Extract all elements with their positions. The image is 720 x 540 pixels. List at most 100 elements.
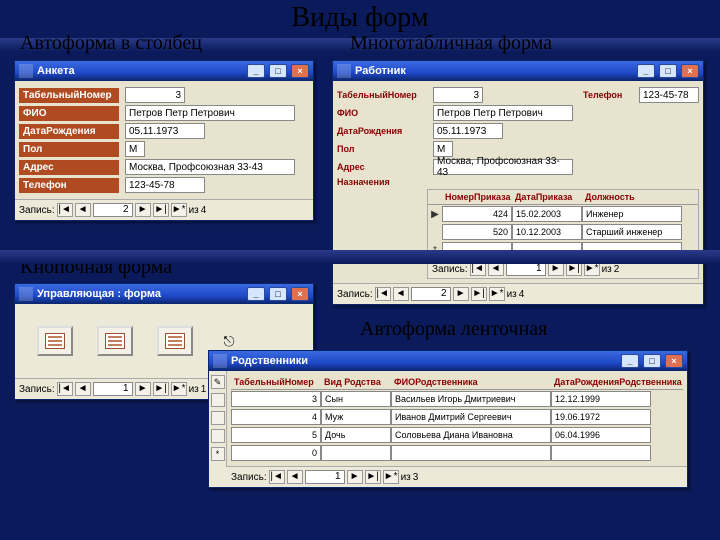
maximize-button[interactable]: □ (659, 64, 677, 78)
field-tabno[interactable]: 3 (125, 87, 185, 103)
nav-new[interactable]: ►* (383, 470, 399, 484)
maximize-button[interactable]: □ (269, 287, 287, 301)
nav-last[interactable]: ►| (471, 287, 487, 301)
cell-date[interactable]: 15.02.2003 (512, 206, 582, 222)
subform-row-new[interactable]: * (428, 241, 698, 259)
nav-last[interactable]: ►| (153, 382, 169, 396)
maximize-button[interactable]: □ (643, 354, 661, 368)
cell-fio[interactable] (391, 445, 551, 461)
nav-new[interactable]: ►* (171, 203, 187, 217)
nav-prev[interactable]: ◄ (488, 262, 504, 276)
nav-prev[interactable]: ◄ (75, 382, 91, 396)
cell-tab[interactable]: 3 (231, 391, 321, 407)
table-row[interactable]: 5 Дочь Соловьева Диана Ивановна 06.04.19… (231, 426, 683, 444)
nav-new[interactable]: ►* (489, 287, 505, 301)
tool-icon[interactable] (211, 429, 225, 443)
subform-row[interactable]: ▶ 424 15.02.2003 Инженер (428, 205, 698, 223)
minimize-button[interactable]: _ (247, 64, 265, 78)
nav-next[interactable]: ► (548, 262, 564, 276)
nav-current[interactable]: 1 (506, 262, 546, 276)
minimize-button[interactable]: _ (621, 354, 639, 368)
table-row-new[interactable]: 0 (231, 444, 683, 462)
window-title: Анкета (37, 65, 75, 77)
cell-pos[interactable]: Старший инженер (582, 224, 682, 240)
nav-next[interactable]: ► (347, 470, 363, 484)
row-selector-icon[interactable]: ▶ (428, 209, 442, 220)
nav-new[interactable]: ►* (171, 382, 187, 396)
cell-fio[interactable]: Соловьева Диана Ивановна (391, 427, 551, 443)
nav-prev[interactable]: ◄ (393, 287, 409, 301)
nav-of: из (401, 472, 411, 483)
field-fio[interactable]: Петров Петр Петрович (433, 105, 573, 121)
field-addr[interactable]: Москва, Профсоюзная 33-43 (433, 159, 573, 175)
field-dob[interactable]: 05.11.1973 (433, 123, 503, 139)
cell-date[interactable] (512, 242, 582, 258)
cell-vid[interactable]: Дочь (321, 427, 391, 443)
nav-first[interactable]: |◄ (269, 470, 285, 484)
nav-next[interactable]: ► (135, 382, 151, 396)
minimize-button[interactable]: _ (637, 64, 655, 78)
field-dob[interactable]: 05.11.1973 (125, 123, 205, 139)
field-tel[interactable]: 123-45-78 (125, 177, 205, 193)
cell-tab[interactable]: 0 (231, 445, 321, 461)
form-button-3[interactable] (157, 326, 193, 356)
table-row[interactable]: 3 Сын Васильев Игорь Дмитриевич 12.12.19… (231, 390, 683, 408)
field-tabno[interactable]: 3 (433, 87, 483, 103)
nav-first[interactable]: |◄ (57, 382, 73, 396)
nav-current[interactable]: 1 (93, 382, 133, 396)
cell-num[interactable]: 520 (442, 224, 512, 240)
nav-new[interactable]: ►* (584, 262, 600, 276)
field-pol[interactable]: М (125, 141, 145, 157)
cell-num[interactable]: 424 (442, 206, 512, 222)
cell-dob[interactable]: 06.04.1996 (551, 427, 651, 443)
tool-icon[interactable] (211, 411, 225, 425)
nav-next[interactable]: ► (135, 203, 151, 217)
nav-first[interactable]: |◄ (375, 287, 391, 301)
cell-date[interactable]: 10.12.2003 (512, 224, 582, 240)
cell-pos[interactable]: Инженер (582, 206, 682, 222)
nav-prev[interactable]: ◄ (75, 203, 91, 217)
new-icon[interactable]: * (211, 447, 225, 461)
table-row[interactable]: 4 Муж Иванов Дмитрий Сергеевич 19.06.197… (231, 408, 683, 426)
nav-last[interactable]: ►| (153, 203, 169, 217)
subform-row[interactable]: 520 10.12.2003 Старший инженер (428, 223, 698, 241)
nav-first[interactable]: |◄ (470, 262, 486, 276)
tool-icon[interactable] (211, 393, 225, 407)
cell-dob[interactable] (551, 445, 651, 461)
nav-next[interactable]: ► (453, 287, 469, 301)
nav-prev[interactable]: ◄ (287, 470, 303, 484)
nav-current[interactable]: 2 (93, 203, 133, 217)
cell-vid[interactable]: Муж (321, 409, 391, 425)
cell-dob[interactable]: 19.06.1972 (551, 409, 651, 425)
cell-tab[interactable]: 4 (231, 409, 321, 425)
maximize-button[interactable]: □ (269, 64, 287, 78)
cell-num[interactable] (442, 242, 512, 258)
cell-fio[interactable]: Васильев Игорь Дмитриевич (391, 391, 551, 407)
col-date: ДатаПриказа (512, 192, 582, 202)
cell-dob[interactable]: 12.12.1999 (551, 391, 651, 407)
nav-current[interactable]: 2 (411, 287, 451, 301)
minimize-button[interactable]: _ (247, 287, 265, 301)
nav-last[interactable]: ►| (566, 262, 582, 276)
cell-vid[interactable]: Сын (321, 391, 391, 407)
nav-last[interactable]: ►| (365, 470, 381, 484)
field-fio[interactable]: Петров Петр Петрович (125, 105, 295, 121)
cell-tab[interactable]: 5 (231, 427, 321, 443)
form-button-1[interactable] (37, 326, 73, 356)
cell-fio[interactable]: Иванов Дмитрий Сергеевич (391, 409, 551, 425)
field-tel[interactable]: 123-45-78 (639, 87, 699, 103)
close-button[interactable]: × (665, 354, 683, 368)
close-button[interactable]: × (291, 64, 309, 78)
col-pos: Должность (582, 192, 682, 202)
field-addr[interactable]: Москва, Профсоюзная 33-43 (125, 159, 295, 175)
pencil-icon[interactable]: ✎ (211, 375, 225, 389)
close-button[interactable]: × (681, 64, 699, 78)
close-button[interactable]: × (291, 287, 309, 301)
label-tel: Телефон (19, 178, 119, 193)
nav-first[interactable]: |◄ (57, 203, 73, 217)
form-button-2[interactable] (97, 326, 133, 356)
cell-vid[interactable] (321, 445, 391, 461)
field-pol[interactable]: М (433, 141, 453, 157)
cell-pos[interactable] (582, 242, 682, 258)
nav-current[interactable]: 1 (305, 470, 345, 484)
